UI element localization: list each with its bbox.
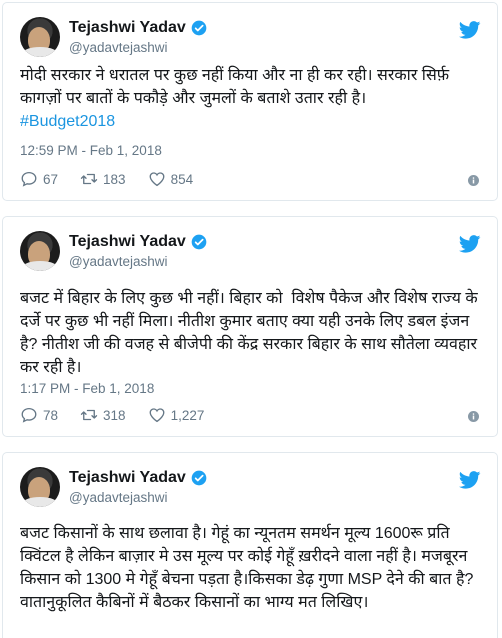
- user-name[interactable]: Tejashwi Yadav: [69, 19, 186, 37]
- user-name[interactable]: Tejashwi Yadav: [69, 233, 186, 251]
- info-icon[interactable]: [468, 411, 479, 422]
- tweet-text: बजट में बिहार के लिए कुछ भी नहीं। बिहार …: [20, 290, 483, 376]
- timestamp[interactable]: 1:17 PM - Feb 1, 2018: [20, 381, 154, 396]
- retweet-icon: [80, 409, 98, 421]
- verified-badge-icon: [191, 234, 207, 250]
- like-button[interactable]: 1,227: [148, 406, 205, 424]
- reply-button[interactable]: 78: [20, 406, 58, 424]
- twitter-bird-icon[interactable]: [459, 21, 481, 39]
- verified-badge-icon: [191, 20, 207, 36]
- avatar[interactable]: [20, 17, 60, 57]
- reply-button[interactable]: 67: [20, 170, 58, 188]
- user-name-row[interactable]: Tejashwi Yadav: [69, 19, 207, 37]
- twitter-bird-icon[interactable]: [459, 235, 481, 253]
- retweet-button[interactable]: 318: [80, 406, 126, 424]
- user-name-row[interactable]: Tejashwi Yadav: [69, 469, 207, 487]
- retweet-count: 183: [103, 171, 126, 187]
- reply-icon: [21, 407, 37, 423]
- user-name-row[interactable]: Tejashwi Yadav: [69, 233, 207, 251]
- info-icon[interactable]: [468, 175, 479, 186]
- heart-icon: [149, 172, 164, 187]
- tweet-text: मोदी सरकार ने धरातल पर कुछ नहीं किया और …: [20, 64, 483, 133]
- tweet-text: बजट किसानों के साथ छलावा है। गेहूं का न्…: [20, 525, 478, 611]
- user-name[interactable]: Tejashwi Yadav: [69, 469, 186, 487]
- action-bar: 67 183 854: [20, 170, 215, 188]
- avatar[interactable]: [20, 231, 60, 271]
- hashtag-link[interactable]: #Budget2018: [20, 113, 115, 130]
- reply-icon: [21, 171, 37, 187]
- twitter-bird-icon[interactable]: [459, 471, 481, 489]
- like-count: 1,227: [170, 407, 205, 423]
- tweet-card[interactable]: Tejashwi Yadav @yadavtejashwi बजट किसानो…: [2, 452, 498, 638]
- tweet-body: मोदी सरकार ने धरातल पर कुछ नहीं किया और …: [20, 67, 454, 107]
- reply-count: 78: [43, 407, 59, 423]
- like-button[interactable]: 854: [148, 170, 194, 188]
- tweet-card[interactable]: Tejashwi Yadav @yadavtejashwi मोदी सरकार…: [2, 2, 498, 201]
- retweet-count: 318: [103, 407, 126, 423]
- retweet-icon: [80, 173, 98, 185]
- user-handle[interactable]: @yadavtejashwi: [69, 254, 168, 269]
- tweet-card[interactable]: Tejashwi Yadav @yadavtejashwi बजट में बि…: [2, 216, 498, 437]
- reply-count: 67: [43, 171, 59, 187]
- action-bar: 78 318 1,227: [20, 406, 226, 424]
- heart-icon: [149, 408, 164, 423]
- like-count: 854: [170, 171, 194, 187]
- verified-badge-icon: [191, 470, 207, 486]
- avatar[interactable]: [20, 467, 60, 507]
- retweet-button[interactable]: 183: [80, 170, 126, 188]
- timestamp[interactable]: 12:59 PM - Feb 1, 2018: [20, 143, 162, 158]
- user-handle[interactable]: @yadavtejashwi: [69, 490, 168, 505]
- user-handle[interactable]: @yadavtejashwi: [69, 40, 168, 55]
